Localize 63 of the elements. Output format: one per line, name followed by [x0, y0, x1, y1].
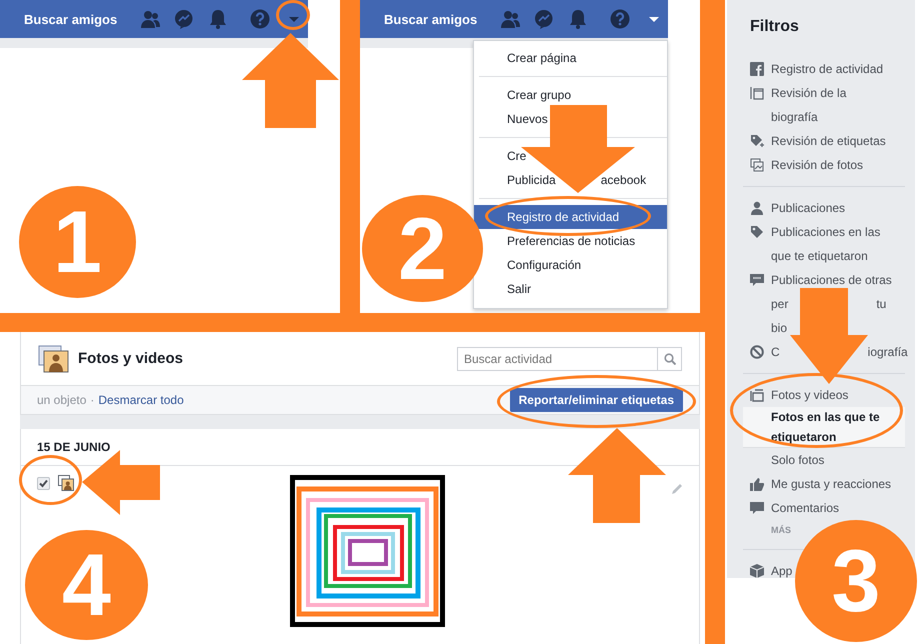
timeline-icon: [750, 86, 764, 100]
filter-item[interactable]: App: [743, 559, 792, 583]
person-icon: [750, 201, 764, 215]
search-field[interactable]: Buscar actividad: [457, 346, 657, 370]
blocked-icon: [750, 345, 764, 359]
filter-item[interactable]: Solo fotos: [743, 448, 824, 472]
menu-item[interactable]: Publicida acebook: [487, 168, 667, 192]
find-friends-link[interactable]: Buscar amigos: [24, 12, 118, 26]
filter-label[interactable]: Publicaciones de otras: [771, 268, 892, 292]
photos-icon: [750, 158, 764, 172]
page-title: Fotos y videos: [78, 350, 184, 367]
filter-item[interactable]: Registro de actividad: [743, 57, 884, 81]
menu-item[interactable]: Configuración: [487, 253, 667, 277]
unselect-all-link[interactable]: Desmarcar todo: [98, 393, 184, 407]
friends-icon[interactable]: [500, 9, 520, 29]
highlight-ellipse: [19, 455, 82, 505]
menu-item[interactable]: Salir: [487, 277, 667, 301]
menu-item[interactable]: Registro de actividad: [474, 205, 667, 229]
help-icon[interactable]: [610, 9, 630, 29]
checkbox[interactable]: [37, 477, 50, 490]
facebook-icon: [750, 62, 764, 76]
filter-item[interactable]: Comentarios: [743, 496, 840, 520]
messenger-icon[interactable]: [174, 9, 194, 29]
find-friends-link[interactable]: Buscar amigos: [384, 12, 478, 26]
filter-label[interactable]: C: [771, 340, 780, 364]
menu-item[interactable]: Cre: [487, 144, 667, 168]
filter-item[interactable]: Publicaciones en las que te etiquetaron: [743, 220, 894, 268]
filter-label[interactable]: tu: [876, 292, 886, 316]
filter-label[interactable]: iografía: [868, 340, 908, 364]
separator-dot: ·: [90, 393, 94, 407]
selection-count: un objeto: [37, 393, 86, 407]
bell-icon[interactable]: [568, 9, 588, 29]
filter-item[interactable]: Fotos y videos: [743, 383, 848, 407]
filter-item[interactable]: Publicaciones: [743, 196, 846, 220]
bell-icon[interactable]: [208, 9, 228, 29]
filter-label[interactable]: per: [771, 292, 788, 316]
filter-item[interactable]: Revisión de fotos: [743, 153, 864, 177]
menu-item[interactable]: Preferencias de noticias: [487, 229, 667, 253]
tag-icon: [750, 134, 764, 148]
search-icon: [664, 352, 676, 364]
search-button[interactable]: [657, 346, 682, 370]
filter-item[interactable]: Revisión de la biografía: [743, 81, 894, 129]
friends-icon[interactable]: [140, 9, 160, 29]
filter-item[interactable]: Revisión de etiquetas: [743, 129, 886, 153]
comment-icon: [750, 501, 764, 515]
help-icon[interactable]: [250, 9, 270, 29]
photos-icon: [38, 344, 70, 372]
pencil-icon[interactable]: [671, 483, 683, 495]
menu-item[interactable]: Crear página: [487, 46, 667, 70]
menu-item[interactable]: Nuevos: [487, 107, 667, 131]
frame-icon: [750, 388, 764, 402]
photos-icon: [58, 475, 74, 491]
filter-item[interactable]: Me gusta y reacciones: [743, 472, 892, 496]
thumbs-up-icon: [750, 477, 764, 491]
highlight-ellipse: [276, 0, 310, 30]
sidebar-title: Filtros: [749, 17, 800, 37]
speech-bubble-icon: [750, 273, 764, 287]
messenger-icon[interactable]: [534, 9, 554, 29]
filter-item[interactable]: Fotos en las que te etiquetaron: [743, 407, 905, 448]
filter-label[interactable]: bio: [771, 316, 788, 340]
tag-icon: [750, 225, 764, 239]
report-tags-button[interactable]: Reportar/eliminar etiquetas: [510, 388, 683, 412]
menu-item[interactable]: Crear grupo: [487, 83, 667, 107]
